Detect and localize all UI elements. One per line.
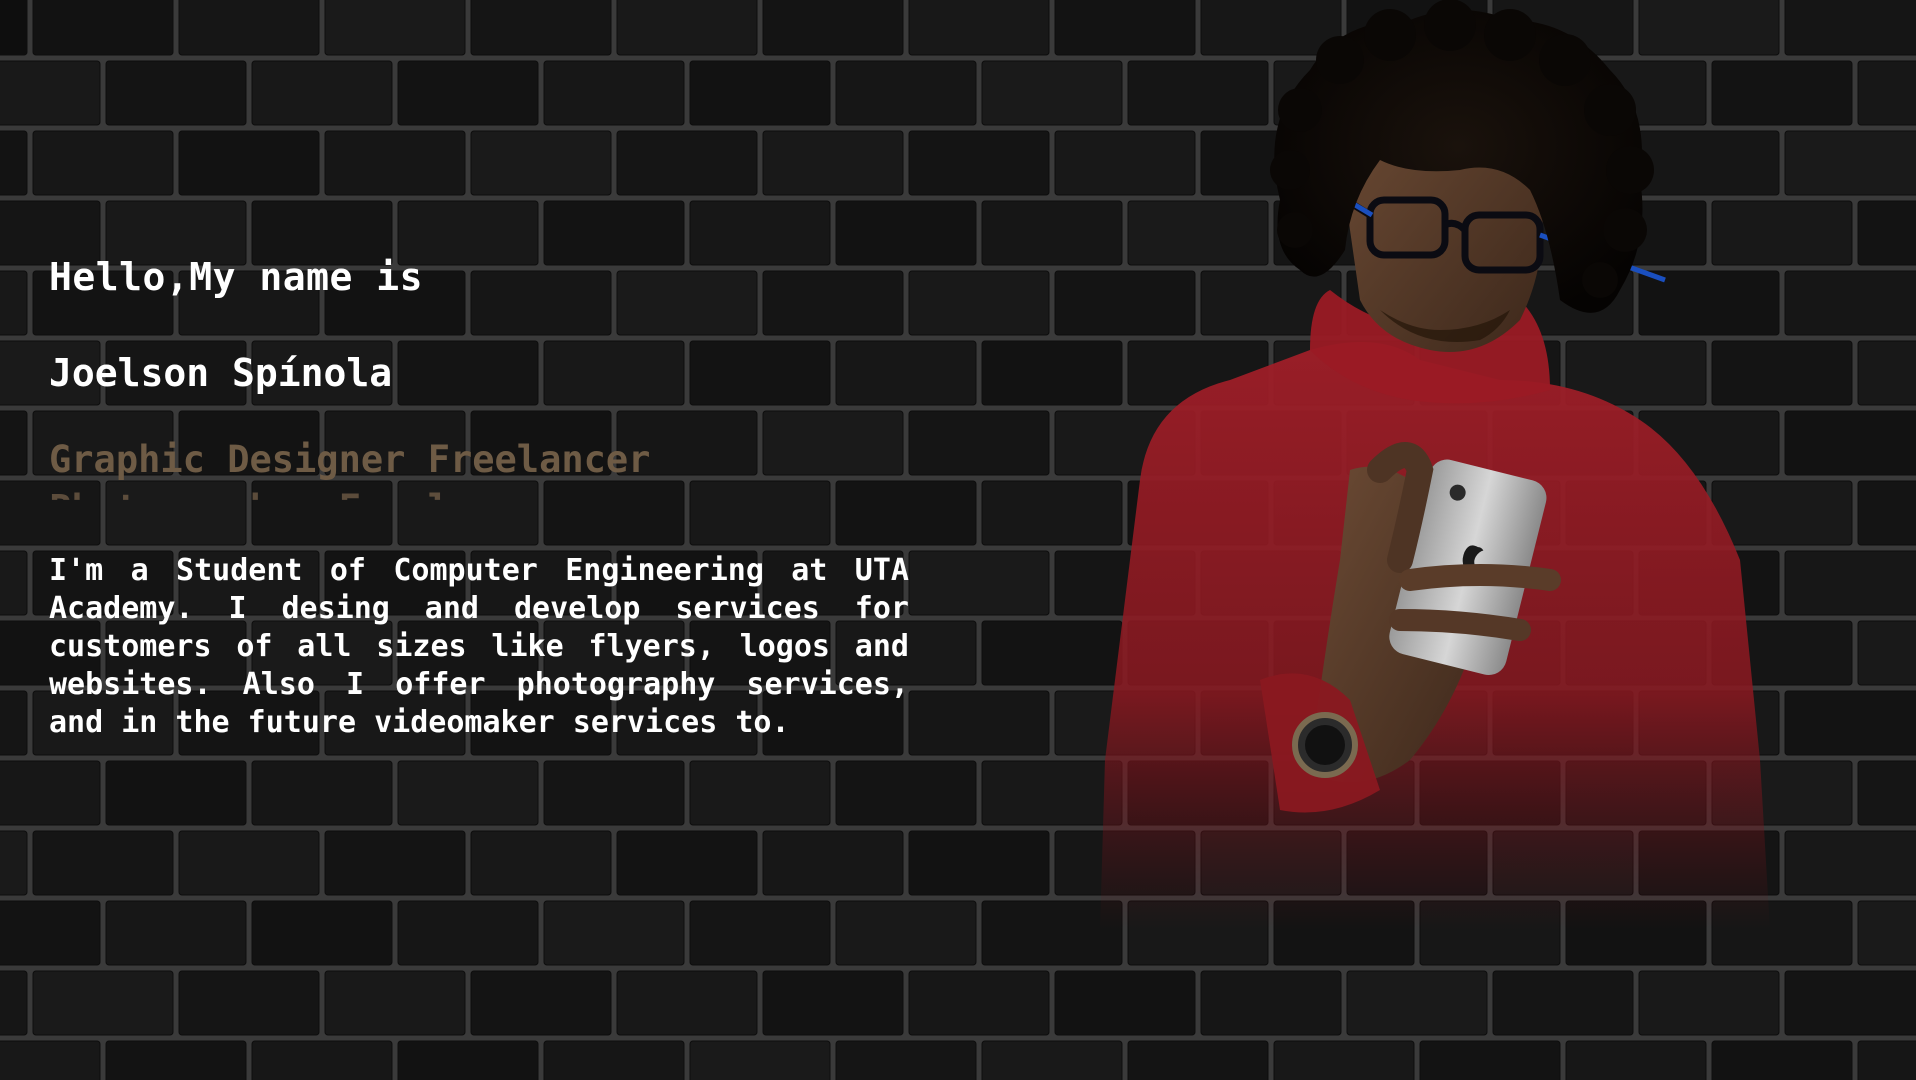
name-heading: Joelson Spínola	[49, 350, 393, 395]
portrait-photo	[1100, 0, 1770, 930]
hero-section: Hello,My name is Joelson Spínola Graphic…	[0, 0, 1916, 1080]
bio-paragraph: I'm a Student of Computer Engineering at…	[49, 553, 909, 741]
hero-text-block: Hello,My name is Joelson Spínola Graphic…	[49, 255, 909, 742]
role-text-next: Photographer Freelancer	[49, 486, 562, 519]
role-text: Graphic Designer Freelancer	[49, 438, 651, 482]
greeting-heading: Hello,My name is	[49, 255, 424, 299]
role-rotator: Graphic Designer Freelancer Photographer…	[49, 438, 909, 518]
